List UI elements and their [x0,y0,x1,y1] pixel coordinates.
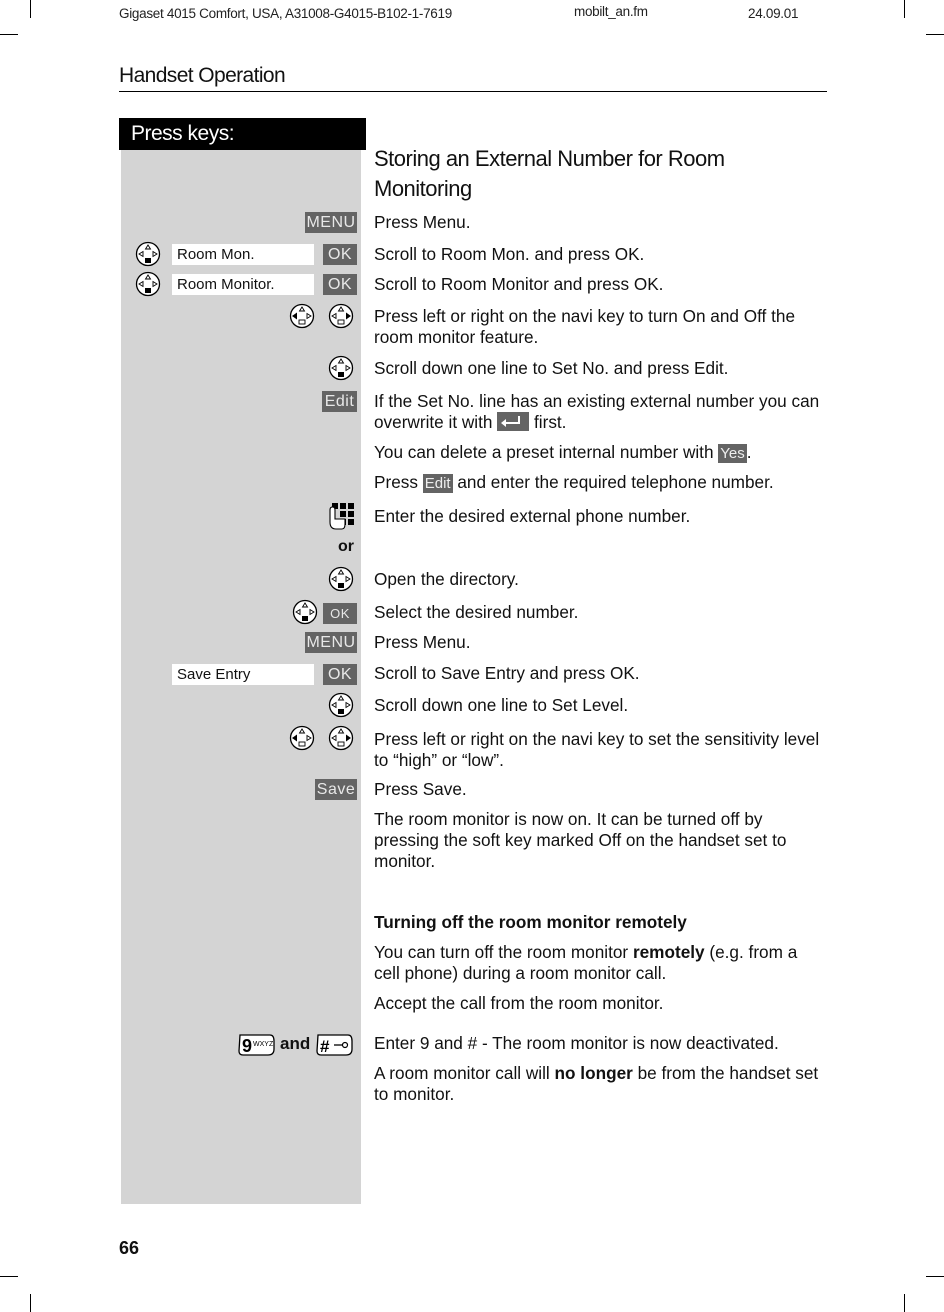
display-save-entry: Save Entry [172,664,314,685]
navi-key-down-icon[interactable] [292,599,318,625]
step-text-press-edit: Press Edit and enter the required teleph… [374,472,826,493]
and-label: and [280,1034,311,1053]
crop-mark [926,34,944,35]
remote-note-bold: no longer [554,1063,633,1083]
display-room-monitor: Room Monitor. [172,274,314,295]
edit-key[interactable]: Edit [322,391,357,412]
crop-mark [30,1294,31,1312]
navi-key-right-icon[interactable] [328,303,354,329]
step-text: Scroll down one line to Set No. and pres… [374,358,729,378]
or-label: or [338,538,354,555]
yes-key[interactable]: Yes [718,444,747,463]
ok-key[interactable]: OK [323,664,357,685]
svg-text:#: # [320,1037,330,1056]
navi-key-down-icon[interactable] [328,692,354,718]
doc-file: mobilt_an.fm [574,4,648,19]
menu-key[interactable]: MENU [305,632,357,653]
step-text: Select the desired number. [374,602,579,622]
crop-mark [30,0,31,18]
step-text: Scroll down one line to Set Level. [374,695,629,715]
press-text: Press [374,472,418,492]
edit-key[interactable]: Edit [422,474,453,493]
step-text: Enter the desired external phone number. [374,506,691,526]
remote-note-text: A room monitor call will [374,1063,550,1083]
title-rule [119,91,827,92]
step-text: Scroll to Save Entry and press OK. [374,663,640,683]
remote-intro-bold: remotely [632,942,705,962]
remote-intro-text: You can turn off the room monitor [374,942,629,962]
delete-text: You can delete a preset internal number … [374,442,714,462]
remote-accept: Accept the call from the room monitor. [374,993,664,1013]
ok-key[interactable]: OK [323,603,357,624]
save-key[interactable]: Save [315,779,357,800]
navi-key-down-icon[interactable] [135,241,161,267]
step-text: Press left or right on the navi key to s… [374,729,820,770]
display-room-mon: Room Mon. [172,244,314,265]
keypad-icon[interactable] [326,502,356,532]
navi-key-down-icon[interactable] [328,355,354,381]
overwrite-text-end: first. [534,412,567,432]
doc-id: Gigaset 4015 Comfort, USA, A31008-G4015-… [119,6,452,21]
remote-enter: Enter 9 and # - The room monitor is now … [374,1033,779,1053]
doc-date: 24.09.01 [748,6,799,21]
step-text: Scroll to Room Monitor and press OK. [374,274,664,294]
period: . [746,442,752,462]
crop-mark [0,1276,18,1277]
navi-key-left-icon[interactable] [289,303,315,329]
step-text: Press left or right on the navi key to t… [374,306,796,347]
page-number: 66 [119,1238,140,1258]
remote-section-title: Turning off the room monitor remotely [374,912,687,932]
section-title: Handset Operation [119,64,286,87]
crop-mark [926,1276,944,1277]
ok-key[interactable]: OK [323,274,357,295]
steps-title: Storing an External Number for Room Moni… [374,146,725,201]
backspace-key-icon[interactable] [497,412,530,431]
keys-heading: Press keys: [119,118,366,150]
step-text: Open the directory. [374,569,519,589]
step-text-overwrite: If the Set No. line has an existing exte… [374,391,826,433]
step-text: Press Save. [374,779,467,799]
step-text: Press Menu. [374,632,471,652]
step-text-delete: You can delete a preset internal number … [374,442,826,463]
svg-text:WXYZ: WXYZ [253,1041,274,1048]
ok-key[interactable]: OK [323,244,357,265]
navi-key-down-icon[interactable] [328,566,354,592]
crop-mark [904,0,905,18]
step-text: Scroll to Room Mon. and press OK. [374,244,645,264]
svg-text:9: 9 [242,1036,252,1056]
key-hash-icon[interactable]: # [315,1033,353,1057]
key-9-icon[interactable]: 9 WXYZ [237,1033,275,1057]
navi-key-down-icon[interactable] [135,271,161,297]
crop-mark [0,34,18,35]
press-edit-text: and enter the required telephone number. [457,472,774,492]
overwrite-text: If the Set No. line has an existing exte… [374,391,820,432]
navi-key-right-icon[interactable] [328,725,354,751]
navi-key-left-icon[interactable] [289,725,315,751]
menu-key[interactable]: MENU [305,212,357,233]
crop-mark [904,1294,905,1312]
step-text: The room monitor is now on. It can be tu… [374,809,787,871]
remote-note: A room monitor call will no longer be fr… [374,1063,826,1105]
step-text: Press Menu. [374,212,471,232]
remote-intro: You can turn off the room monitor remote… [374,942,826,984]
